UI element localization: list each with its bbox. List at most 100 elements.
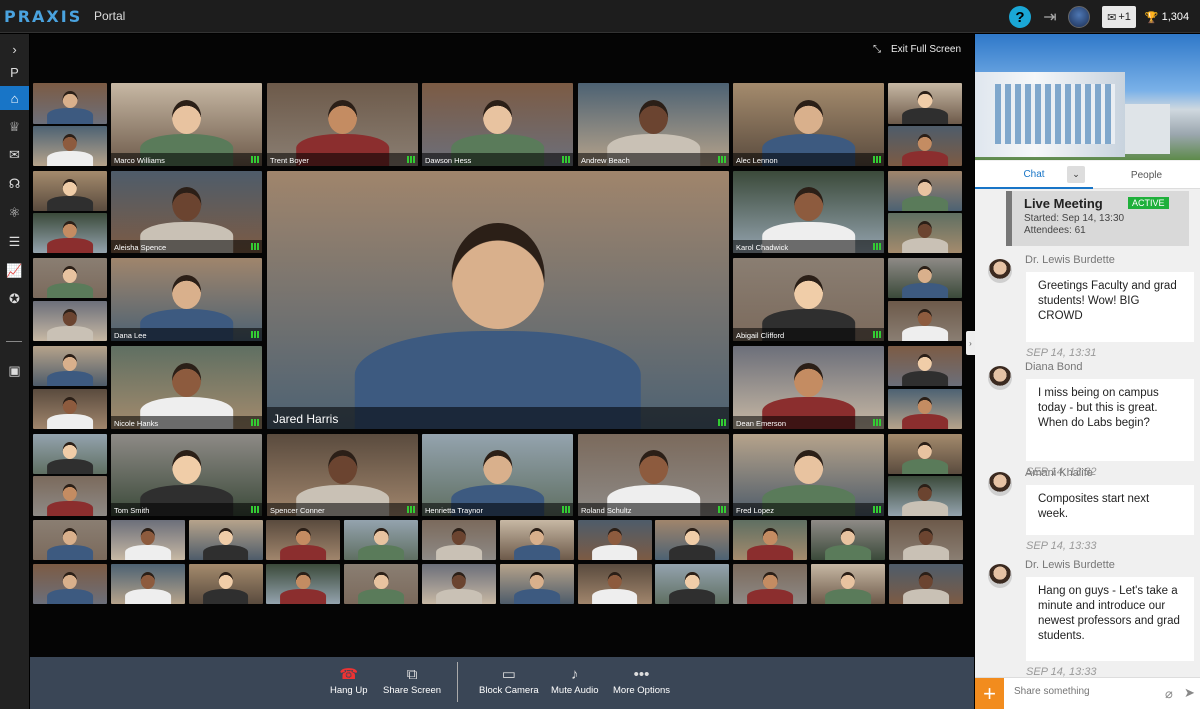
video-tile[interactable]: [422, 564, 496, 604]
video-tile[interactable]: [888, 389, 962, 429]
sidebar-item-chart[interactable]: 📈: [0, 259, 29, 283]
video-tile[interactable]: [33, 83, 107, 124]
avatar[interactable]: [988, 259, 1012, 283]
video-tile[interactable]: [888, 301, 962, 341]
video-tile[interactable]: Andrew Beach: [578, 83, 729, 166]
video-tile[interactable]: [888, 520, 963, 560]
chevron-down-icon[interactable]: ⌄: [1067, 166, 1085, 183]
add-button[interactable]: +: [975, 678, 1004, 709]
collapse-panel-button[interactable]: ›: [966, 331, 975, 355]
video-tile[interactable]: [888, 564, 963, 604]
video-tile[interactable]: Spencer Conner: [267, 434, 418, 516]
video-tile[interactable]: Dawson Hess: [422, 83, 573, 166]
user-avatar[interactable]: [1068, 6, 1090, 28]
video-tile[interactable]: [33, 564, 107, 604]
attach-icon[interactable]: ⌀: [1165, 686, 1173, 702]
sidebar-item-atom[interactable]: ⚛: [0, 201, 29, 225]
video-tile[interactable]: Alec Lennon: [733, 83, 884, 166]
signal-bars-icon: [873, 156, 881, 163]
sidebar-item-chevron-right[interactable]: ›: [0, 37, 29, 61]
video-tile[interactable]: [33, 301, 107, 341]
video-tile[interactable]: [577, 520, 652, 560]
sidebar-item-list[interactable]: ☰: [0, 230, 29, 254]
video-tile[interactable]: Marco Williams: [111, 83, 262, 166]
video-tile[interactable]: Henrietta Traynor: [422, 434, 573, 516]
video-tile[interactable]: [422, 520, 496, 560]
share-screen-button[interactable]: ⧉ Share Screen: [383, 665, 441, 696]
exit-fullscreen-button[interactable]: ⤡ Exit Full Screen: [873, 44, 961, 55]
message-author: Dr. Lewis Burdette: [1025, 254, 1115, 266]
logout-icon[interactable]: ⇥: [1040, 6, 1060, 28]
video-tile[interactable]: Tom Smith: [111, 434, 262, 516]
video-tile[interactable]: [888, 258, 962, 298]
video-tile[interactable]: [266, 564, 341, 604]
participant-name: Tom Smith: [111, 503, 262, 516]
video-tile[interactable]: [266, 520, 341, 560]
video-tile[interactable]: [811, 520, 885, 560]
video-tile[interactable]: Aleisha Spence: [111, 171, 262, 253]
featured-video-tile[interactable]: Jared Harris: [267, 171, 729, 429]
help-icon[interactable]: ?: [1009, 6, 1031, 28]
video-tile[interactable]: Fred Lopez: [733, 434, 884, 516]
video-tile[interactable]: [499, 564, 574, 604]
person-face: [917, 91, 933, 109]
video-tile[interactable]: [888, 171, 962, 211]
video-tile[interactable]: [33, 389, 107, 429]
video-tile[interactable]: [33, 213, 107, 253]
send-icon[interactable]: ➤: [1184, 685, 1195, 701]
video-tile[interactable]: [33, 346, 107, 386]
video-tile[interactable]: [888, 434, 962, 474]
video-tile[interactable]: [33, 476, 107, 516]
video-tile[interactable]: [888, 83, 962, 124]
more-options-button[interactable]: ••• More Options: [613, 665, 670, 696]
video-tile[interactable]: Roland Schultz: [578, 434, 729, 516]
sidebar-item-planet[interactable]: ☊: [0, 172, 29, 196]
avatar[interactable]: [988, 564, 1012, 588]
video-tile[interactable]: [33, 126, 107, 166]
sidebar-item-mail[interactable]: ✉: [0, 143, 29, 167]
video-tile[interactable]: [888, 346, 962, 386]
video-tile[interactable]: [33, 520, 107, 560]
video-tile[interactable]: [577, 564, 652, 604]
video-tile[interactable]: [110, 520, 185, 560]
video-tile[interactable]: Dean Emerson: [733, 346, 884, 429]
praxis-logo[interactable]: PRAXIS: [4, 7, 82, 26]
video-tile[interactable]: [344, 564, 419, 604]
video-tile[interactable]: [811, 564, 885, 604]
video-tile[interactable]: [888, 476, 962, 516]
person-face: [762, 528, 778, 545]
video-tile[interactable]: [188, 564, 263, 604]
video-tile[interactable]: [110, 564, 185, 604]
video-tile[interactable]: Nicole Hanks: [111, 346, 262, 429]
avatar[interactable]: [988, 472, 1012, 496]
video-tile[interactable]: [733, 564, 808, 604]
hang-up-button[interactable]: ☎ Hang Up: [330, 665, 368, 696]
video-tile[interactable]: [33, 258, 107, 298]
video-tile[interactable]: [888, 213, 962, 253]
sidebar-item-praxis-p[interactable]: P: [0, 60, 29, 84]
sidebar-item-campus[interactable]: ⌂: [0, 86, 29, 110]
block-camera-button[interactable]: ▭ Block Camera: [479, 665, 539, 696]
sidebar-item-medal[interactable]: ✪: [0, 287, 29, 311]
video-tile[interactable]: [655, 564, 730, 604]
video-tile[interactable]: Abigail Clifford: [733, 258, 884, 341]
tab-people[interactable]: People: [1093, 161, 1200, 189]
video-tile[interactable]: [33, 434, 107, 474]
mute-audio-button[interactable]: ♪ Mute Audio: [551, 665, 599, 696]
video-tile[interactable]: Trent Boyer: [267, 83, 418, 166]
video-tile[interactable]: [733, 520, 808, 560]
video-tile[interactable]: [33, 171, 107, 211]
sidebar-item-trophy[interactable]: ♕: [0, 115, 29, 139]
sidebar-item-contact-card[interactable]: ▣: [0, 359, 29, 383]
video-tile[interactable]: [888, 126, 962, 166]
video-tile[interactable]: [188, 520, 263, 560]
avatar[interactable]: [988, 366, 1012, 390]
video-tile[interactable]: Dana Lee: [111, 258, 262, 341]
messages-button[interactable]: ✉ +1: [1102, 6, 1136, 28]
trophy-points[interactable]: 🏆 1,304: [1145, 6, 1189, 28]
video-tile[interactable]: [344, 520, 419, 560]
video-tile[interactable]: [499, 520, 574, 560]
video-tile[interactable]: Karol Chadwick: [733, 171, 884, 253]
video-tile[interactable]: [655, 520, 730, 560]
compose-input[interactable]: [1014, 686, 1154, 697]
